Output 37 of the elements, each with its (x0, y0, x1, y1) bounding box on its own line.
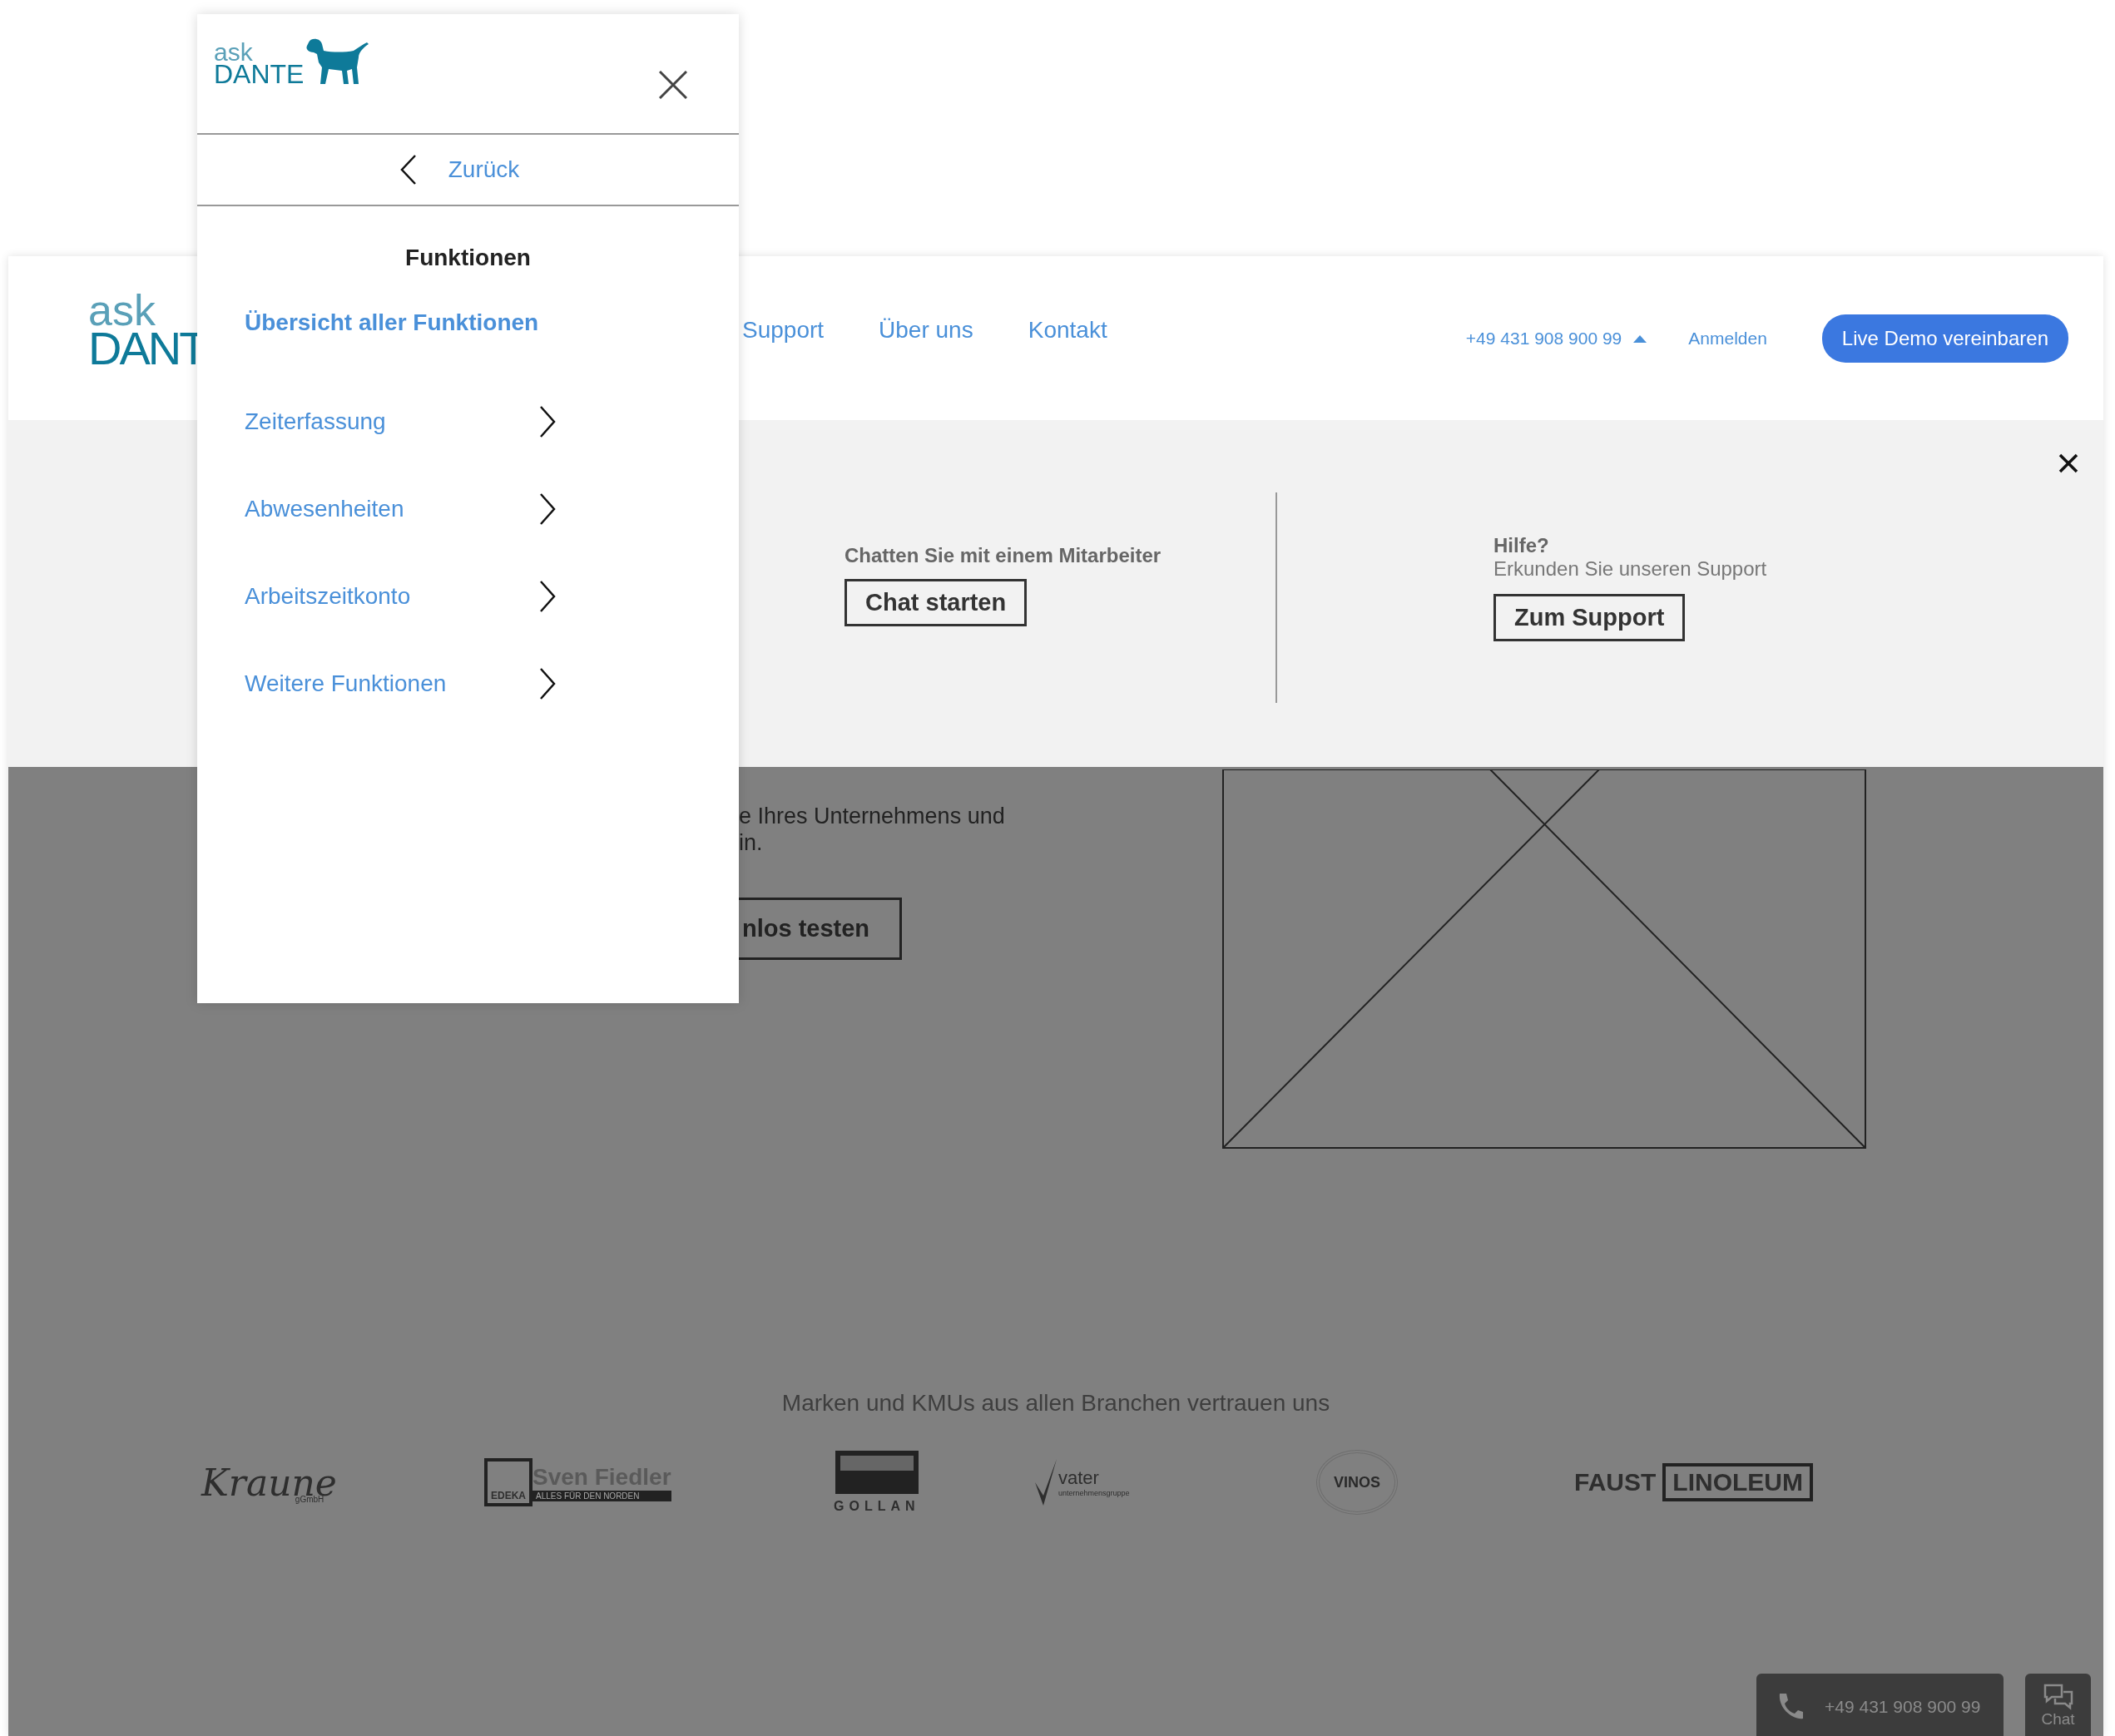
menu-item[interactable]: Abwesenheiten (245, 465, 556, 552)
hero-text: in. (739, 829, 764, 856)
chevron-right-icon (539, 492, 556, 525)
chevron-right-icon (539, 405, 556, 438)
client-logo: GOLLAN (834, 1451, 1033, 1514)
close-icon[interactable] (659, 71, 687, 99)
hero-text: e Ihres Unternehmens und (739, 803, 1006, 829)
menu-item[interactable]: Arbeitszeitkonto (245, 552, 556, 640)
chevron-right-icon (539, 667, 556, 700)
chat-icon (2043, 1684, 2073, 1710)
help-text: Erkunden Sie unseren Support (1493, 557, 1767, 581)
chat-button[interactable]: Chat starten (845, 579, 1028, 626)
phone-link[interactable]: +49 431 908 900 99 (1465, 328, 1622, 349)
chevron-right-icon (539, 580, 556, 612)
menu-heading: Funktionen (404, 245, 532, 271)
client-logo: FAUST LINOLEUM (1574, 1463, 1813, 1501)
phone-bar[interactable]: +49 431 908 900 99 (1756, 1674, 2004, 1736)
menu-item[interactable]: Weitere Funktionen (245, 640, 556, 727)
close-icon[interactable] (2058, 453, 2078, 473)
trust-heading: Marken und KMUs aus allen Branchen vertrauen uns (780, 1390, 1331, 1417)
demo-button[interactable]: Live Demo vereinbaren (1821, 314, 2068, 363)
nav-link[interactable]: Über uns (879, 316, 973, 344)
menu-item[interactable]: Übersicht aller Funktionen (245, 309, 556, 361)
client-logo: vater unternehmensgruppe (1033, 1457, 1316, 1507)
nav-link[interactable]: Kontakt (1028, 316, 1107, 344)
back-button[interactable]: Zurück (197, 135, 739, 206)
chevron-left-icon (399, 155, 417, 185)
menu-item[interactable]: Zeiterfassung (245, 378, 556, 465)
chat-widget-button[interactable]: Chat (2025, 1674, 2091, 1736)
nav-link[interactable]: Support (742, 316, 825, 344)
help-title: Hilfe? (1493, 534, 1549, 557)
client-logo: VINOS (1316, 1450, 1574, 1515)
support-button[interactable]: Zum Support (1493, 594, 1686, 641)
logo[interactable]: ask DANTE (214, 37, 371, 86)
login-link[interactable]: Anmelden (1688, 328, 1767, 349)
caret-up-icon[interactable] (1633, 334, 1647, 343)
chat-text: Chatten Sie mit einem Mitarbeiter (845, 544, 1162, 567)
